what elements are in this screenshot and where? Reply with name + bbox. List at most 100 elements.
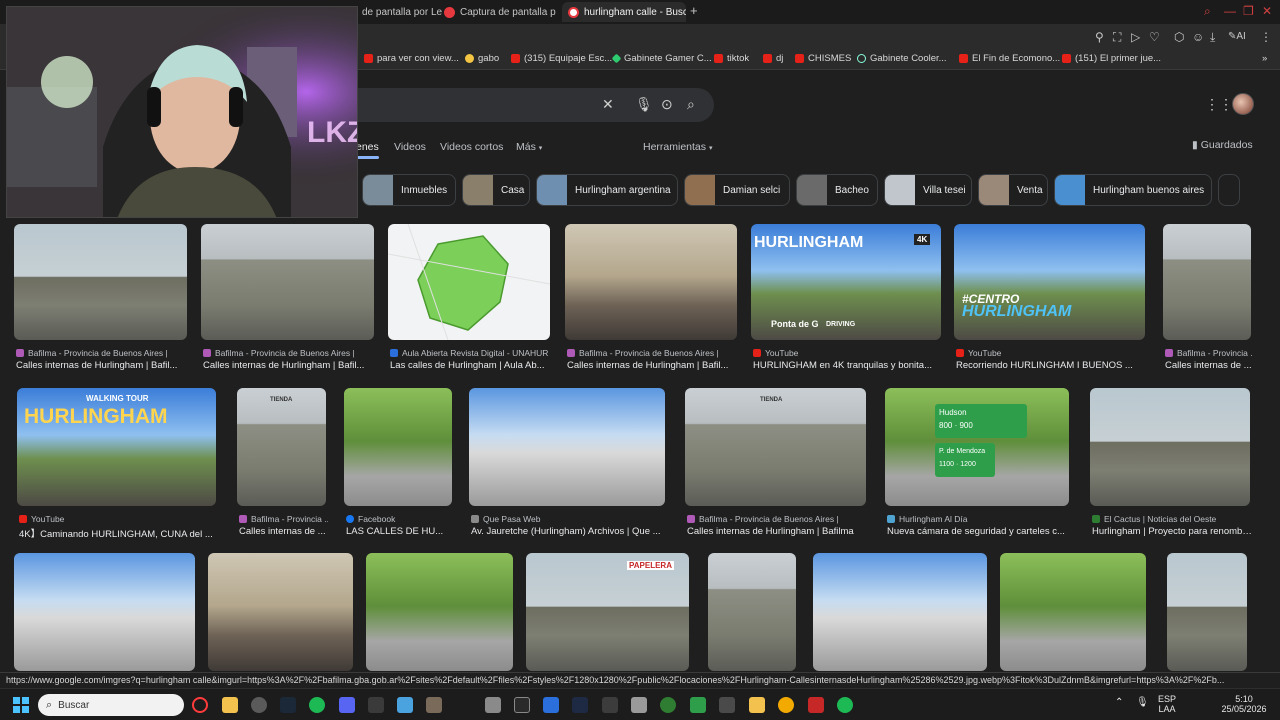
app-icon[interactable] xyxy=(251,697,267,713)
game-icon[interactable] xyxy=(426,697,442,713)
tab-videos[interactable]: Videos xyxy=(394,141,426,153)
new-tab-icon[interactable]: + xyxy=(690,3,698,18)
result-thumbnail[interactable] xyxy=(237,388,326,506)
app-icon[interactable] xyxy=(368,697,384,713)
menu-icon[interactable]: ⋮ xyxy=(1260,30,1272,44)
bookmark-item[interactable]: Gabinete Cooler... xyxy=(857,53,947,64)
image-result[interactable]: Aula Abierta Revista Digital - UNAHUR Las… xyxy=(388,224,550,374)
related-search-chip[interactable]: Bacheo xyxy=(796,174,878,206)
result-thumbnail[interactable] xyxy=(708,553,796,671)
result-thumbnail[interactable] xyxy=(1167,553,1247,671)
app-icon[interactable] xyxy=(631,697,647,713)
taskbar-search[interactable]: ⌕ Buscar xyxy=(38,694,184,716)
result-title[interactable]: Calles internas de Hurlingham | Bafil... xyxy=(16,360,189,371)
result-source[interactable]: Hurlingham Al Día xyxy=(887,514,1071,524)
close-window-icon[interactable]: ✕ xyxy=(1262,4,1272,18)
image-result[interactable]: El Cactus | Noticias del Oeste Hurlingham… xyxy=(1090,388,1252,540)
result-thumbnail[interactable] xyxy=(388,224,550,340)
result-source[interactable]: Que Pasa Web xyxy=(471,514,667,524)
app-icon[interactable] xyxy=(602,697,618,713)
more-bookmarks-icon[interactable]: » xyxy=(1262,53,1267,64)
related-search-chip[interactable]: Villa tesei xyxy=(884,174,972,206)
result-source[interactable]: YouTube xyxy=(753,348,943,358)
result-title[interactable]: Calles internas de Hurlingham | Bafil... xyxy=(567,360,739,371)
result-title[interactable]: Hurlingham | Proyecto para renombr... xyxy=(1092,526,1252,537)
result-thumbnail[interactable] xyxy=(366,553,513,671)
result-title[interactable]: Av. Jauretche (Hurlingham) Archivos | Qu… xyxy=(471,526,667,537)
app-icon[interactable] xyxy=(514,697,530,713)
clear-search-icon[interactable]: ✕ xyxy=(602,96,614,113)
result-source[interactable]: Bafilma - Provincia ... xyxy=(1165,348,1253,358)
bookmark-item[interactable]: (315) Equipaje Esc... xyxy=(511,53,612,64)
tab-images[interactable]: enes xyxy=(356,141,379,153)
tab-screenshot-2[interactable]: Captura de pantalla por Le xyxy=(438,2,556,22)
result-source[interactable]: YouTube xyxy=(19,514,218,524)
image-result[interactable] xyxy=(1000,553,1146,671)
result-source[interactable]: El Cactus | Noticias del Oeste xyxy=(1092,514,1252,524)
search-tabs-icon[interactable]: ⌕ xyxy=(1204,4,1211,19)
result-thumbnail[interactable] xyxy=(1090,388,1250,506)
result-thumbnail[interactable] xyxy=(1000,553,1146,671)
notes-icon[interactable] xyxy=(397,697,413,713)
image-result[interactable] xyxy=(366,553,513,671)
download-icon[interactable]: ⤓ xyxy=(1210,30,1215,45)
result-source[interactable]: Aula Abierta Revista Digital - UNAHUR xyxy=(390,348,552,358)
bookmark-item[interactable]: El Fin de Ecomono... xyxy=(959,53,1060,64)
tools-button[interactable]: Herramientas ▾ xyxy=(643,141,712,153)
more-chips[interactable] xyxy=(1218,174,1240,206)
related-search-chip[interactable]: Hurlingham buenos aires xyxy=(1054,174,1212,206)
image-result[interactable]: Que Pasa Web Av. Jauretche (Hurlingham) A… xyxy=(469,388,665,540)
microphone-icon[interactable]: 🎙 xyxy=(635,96,653,113)
result-title[interactable]: Calles internas de ... xyxy=(239,526,328,537)
windows-start-icon[interactable] xyxy=(13,697,29,713)
app-icon[interactable] xyxy=(749,697,765,713)
result-source[interactable]: YouTube xyxy=(956,348,1147,358)
result-title[interactable]: Calles internas de ... xyxy=(1165,360,1253,371)
bookmark-item[interactable]: (151) El primer jue... xyxy=(1062,53,1161,64)
extensions-icon[interactable]: ⬡ xyxy=(1174,30,1184,44)
profile-icon[interactable]: ☺ xyxy=(1192,30,1204,44)
heart-icon[interactable]: ♡ xyxy=(1149,30,1160,44)
result-thumbnail[interactable] xyxy=(954,224,1145,340)
maximize-icon[interactable]: ❐ xyxy=(1243,4,1254,18)
car-game-icon[interactable] xyxy=(485,697,501,713)
result-title[interactable]: Nueva cámara de seguridad y carteles c..… xyxy=(887,526,1071,537)
file-explorer-icon[interactable] xyxy=(222,697,238,713)
image-result[interactable] xyxy=(208,553,353,671)
app-icon[interactable] xyxy=(572,697,588,713)
result-thumbnail[interactable] xyxy=(813,553,987,671)
image-result[interactable] xyxy=(14,553,195,671)
result-title[interactable]: Calles internas de Hurlingham | Bafilma xyxy=(687,526,868,537)
spotify-icon[interactable] xyxy=(837,697,853,713)
result-source[interactable]: Bafilma - Provincia de Buenos Aires | xyxy=(567,348,739,358)
image-result[interactable]: Bafilma - Provincia ... Calles internas d… xyxy=(237,388,328,540)
clock[interactable]: 5:10 25/05/2026 xyxy=(1218,694,1270,714)
result-thumbnail[interactable] xyxy=(208,553,353,671)
bookmark-item[interactable]: tiktok xyxy=(714,53,749,64)
result-title[interactable]: HURLINGHAM en 4K tranquilas y bonita... xyxy=(753,360,943,371)
pin-icon[interactable]: ⚲ xyxy=(1095,30,1104,44)
related-search-chip[interactable]: Damian selci xyxy=(684,174,790,206)
related-search-chip[interactable]: Casa xyxy=(462,174,530,206)
app-icon[interactable] xyxy=(690,697,706,713)
image-result[interactable] xyxy=(813,553,987,671)
language-indicator[interactable]: ESP LAA xyxy=(1158,694,1176,714)
result-title[interactable]: Calles internas de Hurlingham | Bafil... xyxy=(203,360,376,371)
microphone-icon[interactable]: 🎙 xyxy=(1136,698,1149,708)
search-icon[interactable]: ⌕ xyxy=(687,96,695,113)
result-source[interactable]: Bafilma - Provincia de Buenos Aires | xyxy=(687,514,868,524)
related-search-chip[interactable]: Hurlingham argentina xyxy=(536,174,678,206)
tab-google-search[interactable]: hurlingham calle - Buscar ✕ xyxy=(562,2,686,22)
shield-icon[interactable] xyxy=(543,697,559,713)
result-thumbnail[interactable] xyxy=(201,224,374,340)
result-thumbnail[interactable] xyxy=(469,388,665,506)
opera-icon[interactable] xyxy=(192,697,208,713)
result-thumbnail[interactable] xyxy=(685,388,866,506)
spotify-icon[interactable] xyxy=(309,697,325,713)
bookmark-item[interactable]: para ver con view... xyxy=(364,53,459,64)
result-source[interactable]: Bafilma - Provincia ... xyxy=(239,514,328,524)
result-title[interactable]: 4K】Caminando HURLINGHAM, CUNA del ... xyxy=(19,526,218,540)
bookmark-item[interactable]: Gabinete Gamer C... xyxy=(611,53,712,64)
account-avatar[interactable] xyxy=(1232,93,1254,115)
result-thumbnail[interactable] xyxy=(526,553,689,671)
